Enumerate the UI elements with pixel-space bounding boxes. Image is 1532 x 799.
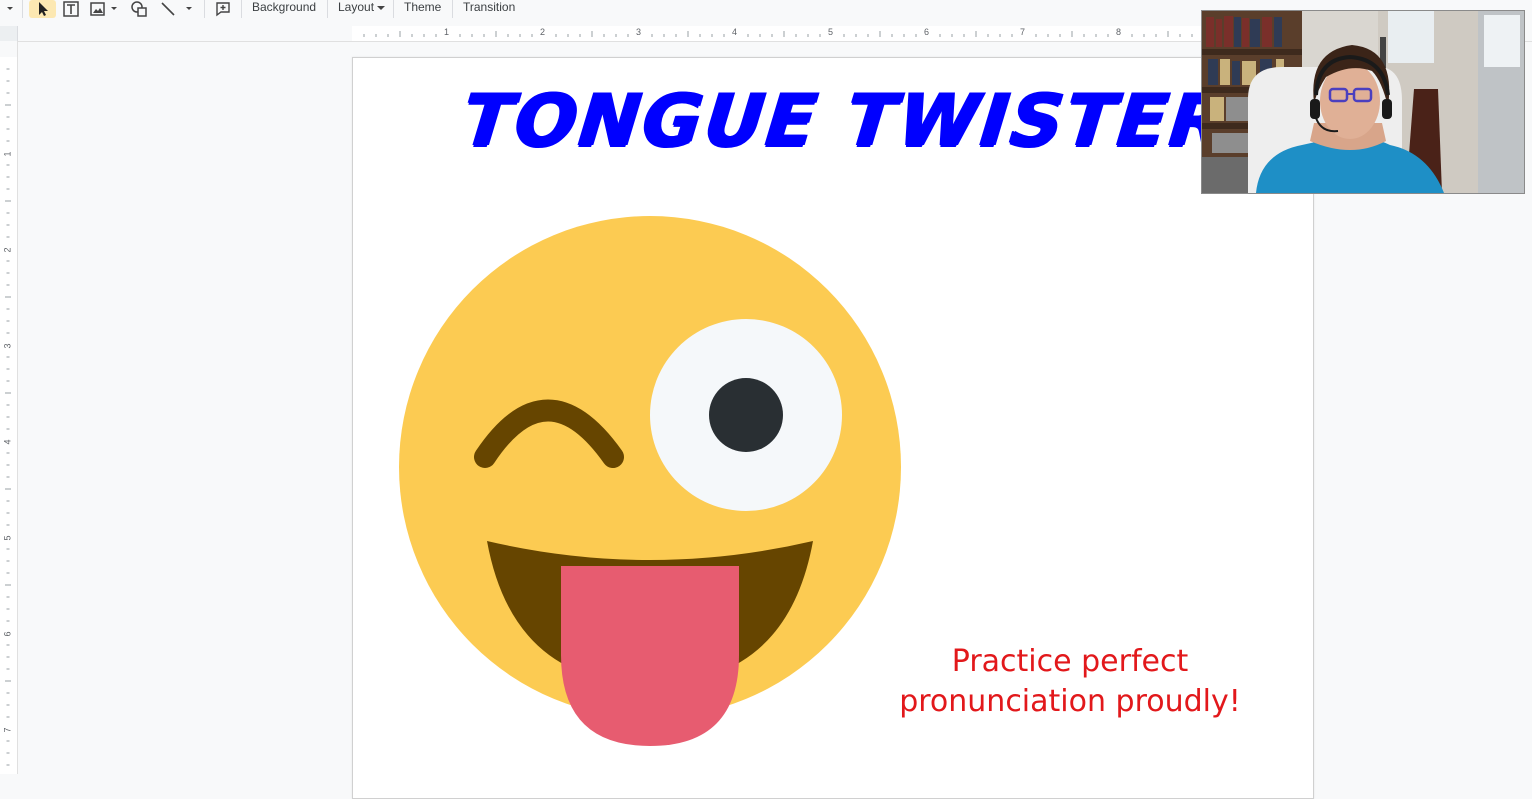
ruler-label: 7 <box>1020 27 1026 37</box>
text-box-tool-icon[interactable] <box>60 0 82 18</box>
ruler-label: 6 <box>2 631 13 637</box>
toolbar-divider <box>393 0 394 18</box>
layout-label: Layout <box>338 0 375 14</box>
toolbar-divider <box>241 0 242 18</box>
ruler-label: 6 <box>924 27 930 37</box>
ruler-label: 3 <box>636 27 642 37</box>
caption-line: Practice perfect <box>951 644 1189 679</box>
layout-button[interactable]: Layout <box>338 0 386 16</box>
background-button[interactable]: Background <box>252 0 316 16</box>
slide-caption[interactable]: Practice perfect pronunciation proudly! <box>873 642 1267 722</box>
ruler-label: 5 <box>2 535 13 541</box>
add-comment-icon[interactable] <box>213 0 233 18</box>
shape-tool-icon[interactable] <box>128 0 150 18</box>
toolbar-divider <box>327 0 328 18</box>
toolbar-divider <box>22 0 23 18</box>
vertical-ruler[interactable]: 1 2 3 4 5 6 7 <box>0 41 18 774</box>
ruler-label: 2 <box>2 247 13 253</box>
ruler-label: 4 <box>2 439 13 445</box>
undo-dropdown-icon[interactable] <box>3 0 17 18</box>
ruler-label: 7 <box>2 727 13 733</box>
ruler-label: 1 <box>444 27 450 37</box>
ruler-label: 4 <box>732 27 738 37</box>
ruler-label: 2 <box>540 27 546 37</box>
line-tool-icon[interactable] <box>158 0 198 18</box>
webcam-video-overlay <box>1201 10 1525 194</box>
transition-button[interactable]: Transition <box>463 0 515 16</box>
select-tool-icon[interactable] <box>29 0 56 18</box>
theme-button[interactable]: Theme <box>404 0 441 16</box>
ruler-corner <box>0 26 18 42</box>
ruler-label: 8 <box>1116 27 1122 37</box>
toolbar-divider <box>452 0 453 18</box>
insert-image-icon[interactable] <box>88 0 120 18</box>
caption-line: pronunciation proudly! <box>899 684 1241 719</box>
slide-title[interactable]: TONGUE TWISTERS <box>458 78 1288 168</box>
ruler-label: 5 <box>828 27 834 37</box>
ruler-label: 1 <box>2 151 13 157</box>
chevron-down-icon <box>377 5 386 10</box>
ruler-label: 3 <box>2 343 13 349</box>
slide-canvas[interactable]: TONGUE TWISTERS Practice perfect pronunc… <box>352 57 1314 799</box>
toolbar-divider <box>204 0 205 18</box>
winking-face-with-tongue-emoji[interactable] <box>397 214 903 750</box>
